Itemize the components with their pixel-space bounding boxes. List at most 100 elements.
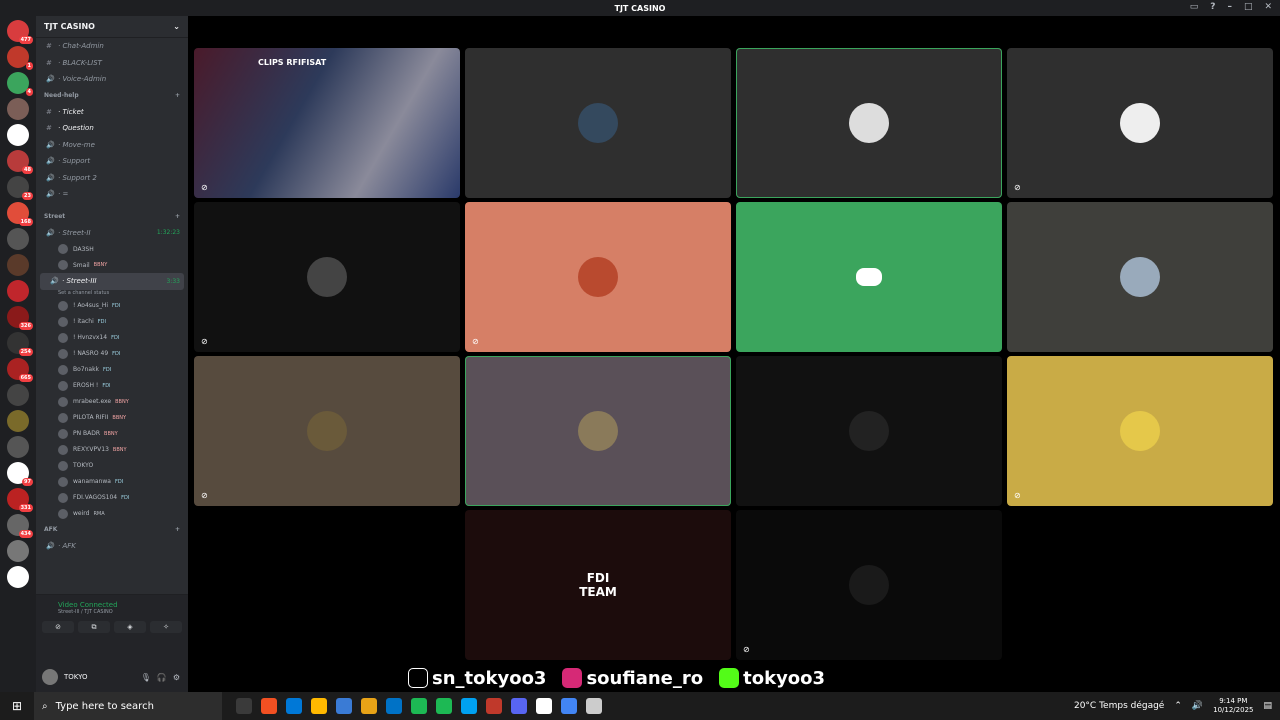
tray-chevron-icon[interactable]: ⌃ [1174,701,1182,711]
app-icon[interactable] [586,698,602,714]
participant-tile[interactable]: FDI TEAM [465,510,731,660]
server-icon[interactable]: 665 [7,358,33,382]
voice-user[interactable]: REXY.VPV13 BBNY [36,442,188,458]
copilot-icon[interactable] [261,698,277,714]
server-icon[interactable]: 23 [7,176,33,200]
participant-tile[interactable] [1007,202,1273,352]
app-icon[interactable] [486,698,502,714]
voice-channel-street-iii[interactable]: 🔊 · Street-III 3:33 [40,273,184,290]
channel-item[interactable]: # · BLACK-LIST [36,55,188,72]
voice-user[interactable]: wanamanwa FDI [36,474,188,490]
steam-icon[interactable] [411,698,427,714]
minimize-button[interactable]: – [1227,2,1232,12]
gear-icon[interactable]: ⚙ [173,673,180,682]
server-icon[interactable] [7,124,29,146]
server-icon[interactable]: 331 [7,488,33,512]
server-icon[interactable]: 4 [7,72,33,96]
microphone-icon[interactable]: 🎙 [141,673,151,682]
participant-tile[interactable]: ⊘ [1007,356,1273,506]
channel-status[interactable]: Set a channel status [36,290,188,298]
server-icon[interactable]: 434 [7,514,33,538]
server-icon[interactable]: 48 [7,150,33,174]
participant-tile[interactable]: ⊘ [465,202,731,352]
voice-user[interactable]: EROSH ! FDI [36,378,188,394]
participant-tile[interactable] [736,202,1002,352]
taskbar-clock[interactable]: 9:14 PM 10/12/2025 [1213,697,1253,715]
participant-tile[interactable] [736,356,1002,506]
discord-icon[interactable] [511,698,527,714]
voice-user[interactable]: Smail BBNY [36,257,188,273]
server-icon[interactable] [7,540,29,562]
server-icon[interactable]: 326 [7,306,33,330]
voice-user[interactable]: ! NASRO 49 FDI [36,346,188,362]
voice-user[interactable]: PILOTA RIFII BBNY [36,410,188,426]
channel-item[interactable]: 🔊 · Support [36,153,188,170]
volume-icon[interactable]: 🔊 [1192,701,1203,711]
taskbar-search[interactable]: ⌕ Type here to search [34,692,222,720]
app-icon[interactable] [461,698,477,714]
channel-item[interactable]: 🔊 · = [36,186,188,203]
notepad-icon[interactable] [336,698,352,714]
server-icon[interactable] [7,384,29,406]
channel-item[interactable]: # · Chat-Admin [36,38,188,55]
server-icon[interactable] [7,254,29,276]
category-need-help[interactable]: Need-help + [36,88,188,104]
participant-tile[interactable] [465,48,731,198]
server-icon[interactable]: 477 [7,20,33,44]
chatgpt-icon[interactable] [536,698,552,714]
activity-button[interactable]: ◈ [114,621,146,633]
server-icon[interactable]: 168 [7,202,33,226]
voice-user[interactable]: Bo7nakk FDI [36,362,188,378]
server-icon[interactable]: 1 [7,46,33,70]
category-afk[interactable]: AFK + [36,522,188,538]
voice-user[interactable]: ! Ao4sus_Hi FDI [36,298,188,314]
stream-tile[interactable]: CLIPS RFIFISAT ⊘ [194,48,460,198]
avatar[interactable] [42,669,58,685]
weather-widget[interactable]: 20°C Temps dégagé [1074,701,1164,711]
soundboard-button[interactable]: ✧ [150,621,182,633]
task-view-icon[interactable] [236,698,252,714]
server-icon[interactable] [7,566,29,588]
outlook-icon[interactable] [386,698,402,714]
channel-item[interactable]: # · Ticket [36,104,188,121]
voice-channel-street-ii[interactable]: 🔊 · Street-II 1:32:23 [36,225,188,242]
voice-user[interactable]: weird RMA [36,506,188,522]
server-icon[interactable]: 254 [7,332,33,356]
server-icon[interactable] [7,98,29,120]
file-explorer-icon[interactable] [361,698,377,714]
chrome-icon[interactable] [561,698,577,714]
channel-item[interactable]: 🔊 · Move-me [36,137,188,154]
store-icon[interactable] [311,698,327,714]
channel-item[interactable]: # · Question [36,120,188,137]
server-icon[interactable]: 97 [7,462,33,486]
voice-user[interactable]: PN BADR BBNY [36,426,188,442]
edge-icon[interactable] [286,698,302,714]
channel-item[interactable]: 🔊 · Voice-Admin [36,71,188,88]
voice-user[interactable]: DA3SH [36,241,188,257]
screen-share-button[interactable]: ⧉ [78,621,110,633]
notification-icon[interactable]: ▤ [1263,701,1272,711]
headphones-icon[interactable]: 🎧 [157,673,167,682]
category-street[interactable]: Street + [36,209,188,225]
voice-user[interactable]: mrabeet.exe BBNY [36,394,188,410]
voice-user[interactable]: ! Hvnzvx14 FDI [36,330,188,346]
voice-user[interactable]: ! itachi FDI [36,314,188,330]
voice-channel-afk[interactable]: 🔊 · AFK [36,538,188,555]
server-icon[interactable] [7,436,29,458]
participant-tile[interactable]: ⊘ [194,202,460,352]
inbox-icon[interactable]: ▭ [1190,2,1199,12]
server-icon[interactable] [7,410,29,432]
channel-item[interactable]: 🔊 · Support 2 [36,170,188,187]
participant-tile[interactable]: ⊘ [194,356,460,506]
server-header[interactable]: TJT CASINO ⌄ [36,16,188,38]
participant-tile[interactable]: ⊘ [736,510,1002,660]
maximize-button[interactable]: □ [1244,2,1253,12]
help-icon[interactable]: ? [1210,2,1215,12]
server-icon[interactable] [7,280,29,302]
voice-user[interactable]: FDI.VAGOS104 FDI [36,490,188,506]
server-icon[interactable] [7,228,29,250]
windows-start-icon[interactable]: ⊞ [0,699,34,713]
participant-tile[interactable] [465,356,731,506]
spotify-icon[interactable] [436,698,452,714]
close-button[interactable]: ✕ [1264,2,1272,12]
